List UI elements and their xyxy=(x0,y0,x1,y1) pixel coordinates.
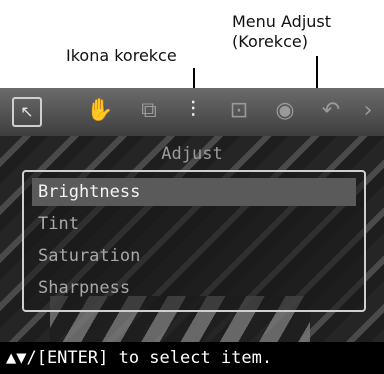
undo-icon[interactable]: ↶ xyxy=(318,98,344,124)
toolbar: ↖ ✋ ⧉ ⫶ ⊡ ◉ ↶ › xyxy=(0,88,384,136)
adjust-menu-title: Adjust xyxy=(161,144,223,164)
status-text: ▲▼/[ENTER] to select item. xyxy=(6,348,273,368)
menu-item-tint[interactable]: Tint xyxy=(32,210,356,238)
edit-icon[interactable]: ⊡ xyxy=(226,98,252,124)
menu-item-brightness[interactable]: Brightness xyxy=(32,178,356,206)
circle-icon[interactable]: ◉ xyxy=(272,98,298,124)
layout-icon[interactable]: ⧉ xyxy=(136,98,162,124)
menu-item-sharpness[interactable]: Sharpness xyxy=(32,274,356,302)
status-bar: ▲▼/[ENTER] to select item. xyxy=(0,342,384,374)
adjust-icon[interactable]: ⫶ xyxy=(180,98,206,124)
icon-callout-label: Ikona korekce xyxy=(66,46,177,65)
menu-item-saturation[interactable]: Saturation xyxy=(32,242,356,270)
camera-screen: ↖ ✋ ⧉ ⫶ ⊡ ◉ ↶ › Adjust Brightness Tint S… xyxy=(0,88,384,374)
adjust-menu: Brightness Tint Saturation Sharpness xyxy=(22,170,366,312)
menu-callout-label: Menu Adjust (Korekce) xyxy=(232,12,331,52)
menu-callout-line2: (Korekce) xyxy=(232,32,308,51)
next-icon[interactable]: › xyxy=(358,98,378,124)
hand-icon[interactable]: ✋ xyxy=(86,98,113,124)
select-icon[interactable]: ↖ xyxy=(12,97,42,127)
menu-callout-line1: Menu Adjust xyxy=(232,12,332,31)
